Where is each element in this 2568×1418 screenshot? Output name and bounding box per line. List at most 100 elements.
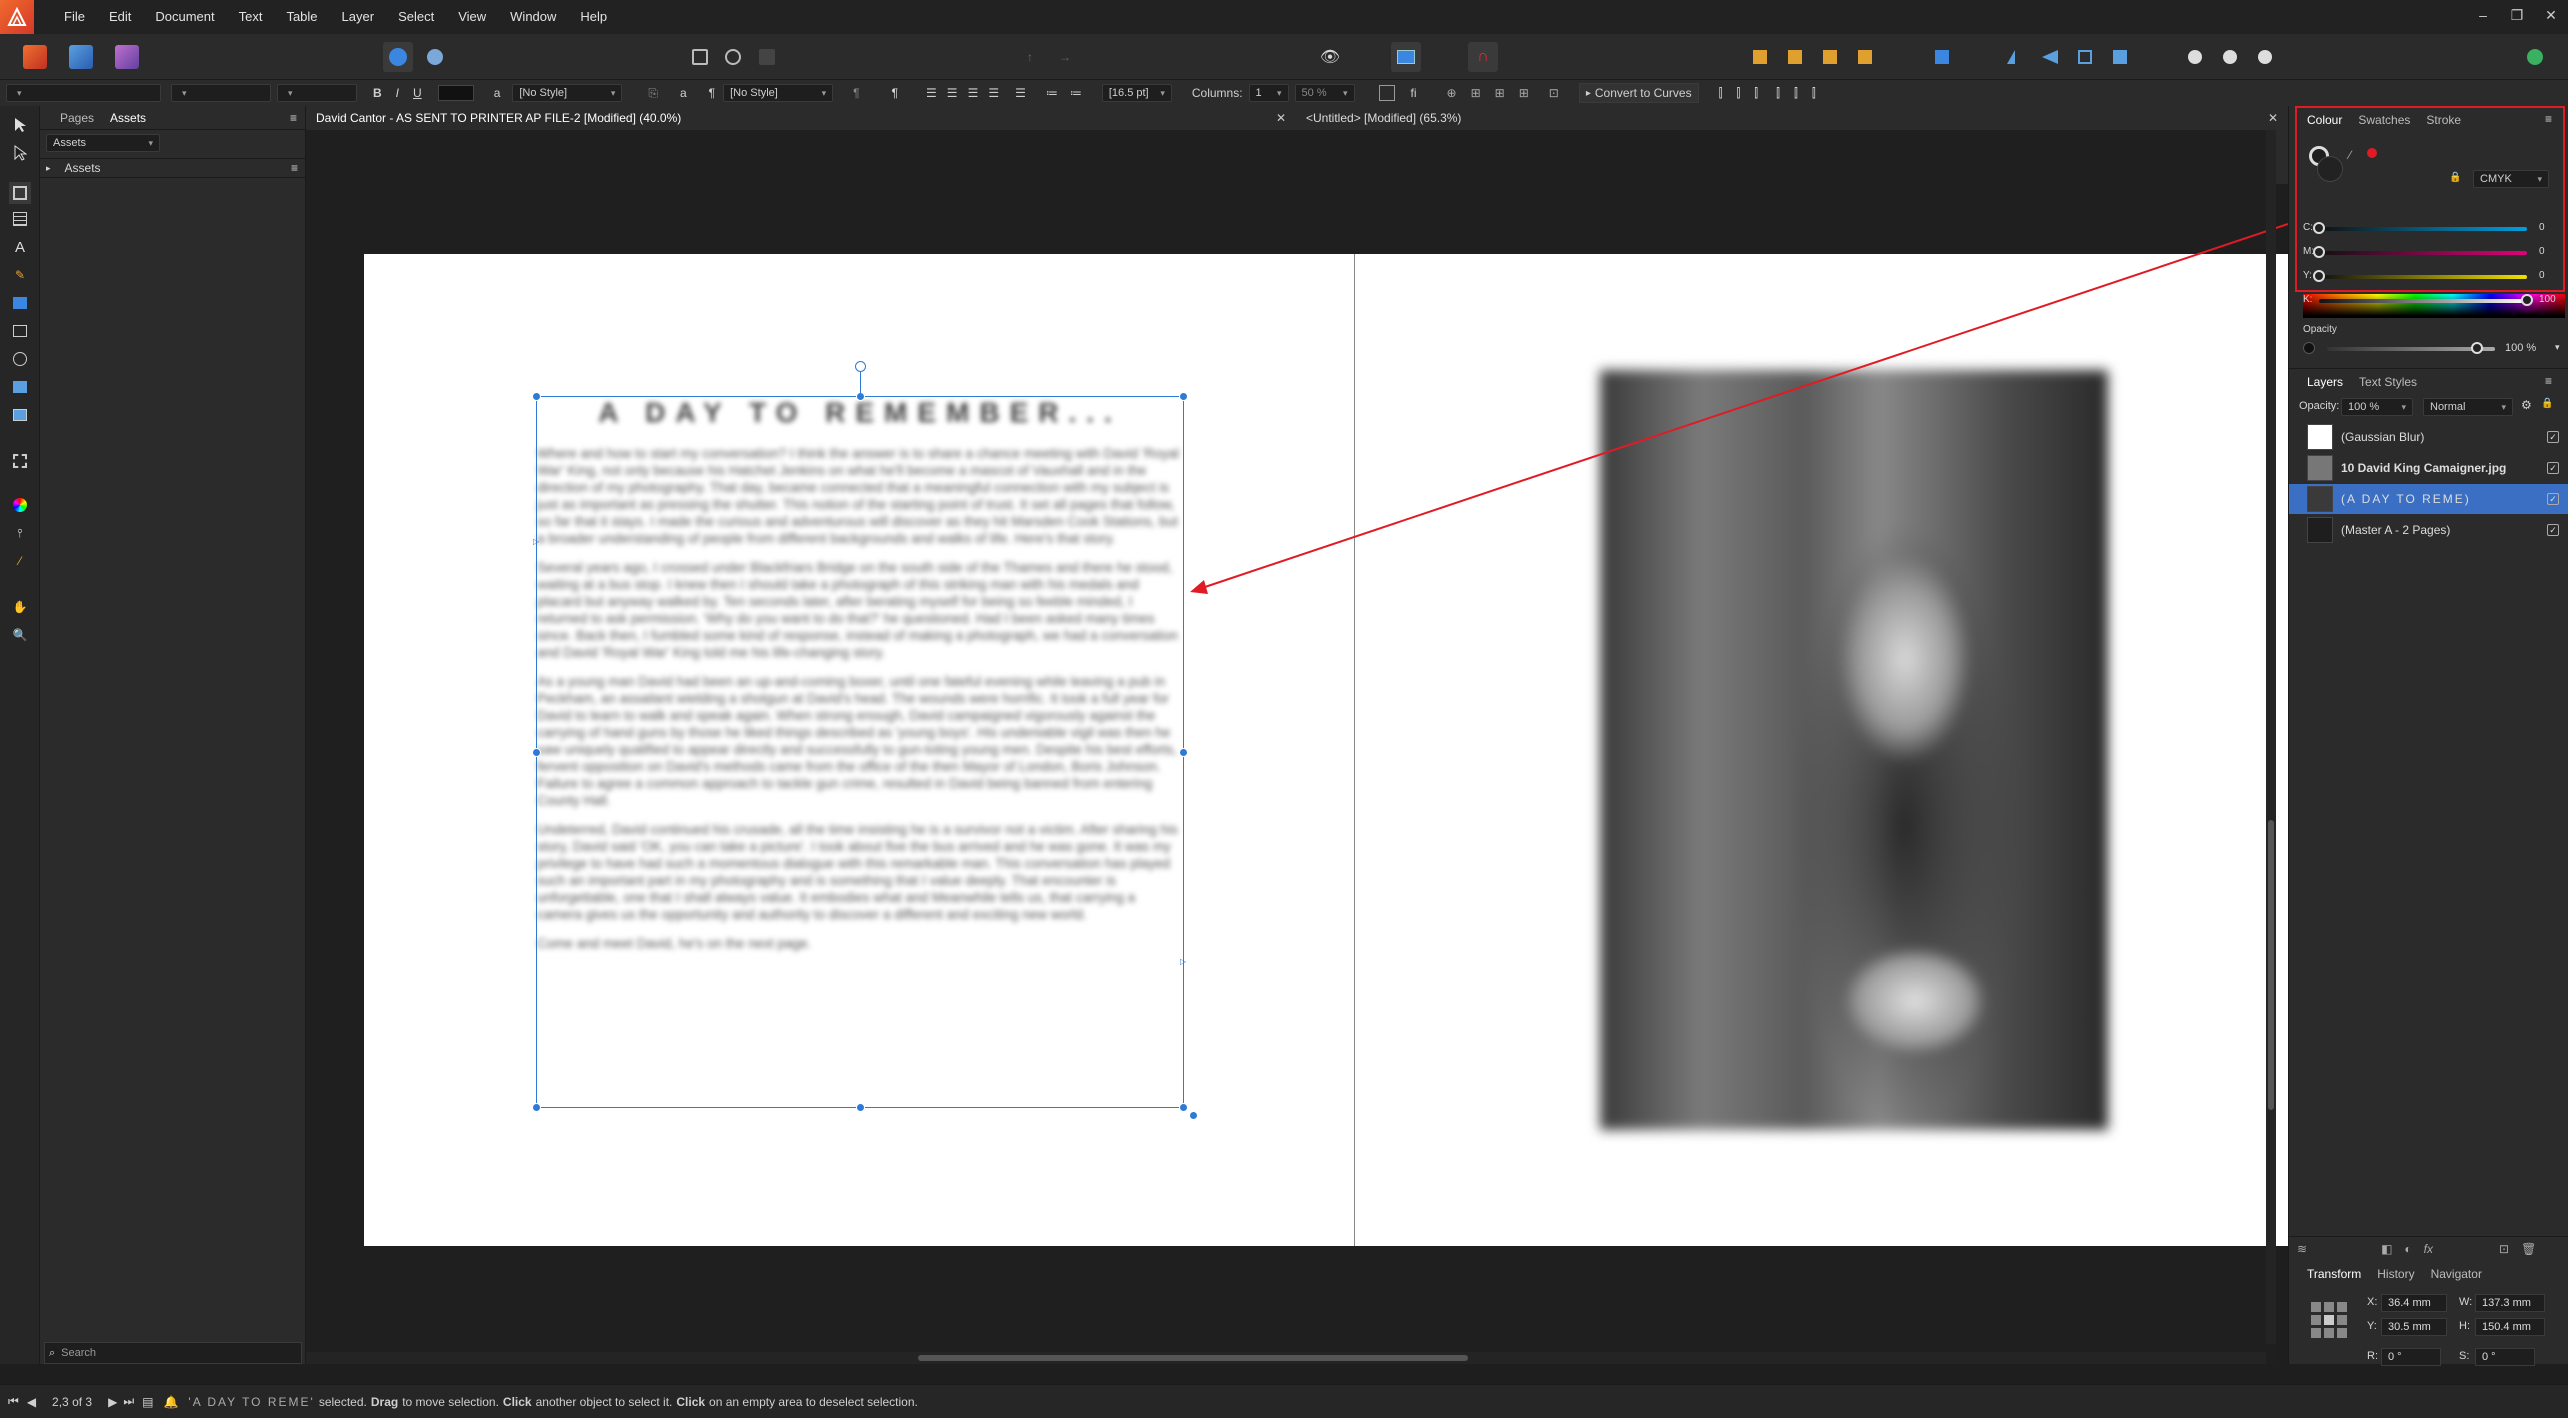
arrange-forward-icon[interactable]	[1815, 42, 1845, 72]
layer-settings-gear-icon[interactable]: ⚙	[2521, 398, 2532, 412]
fill-color-well[interactable]	[2317, 156, 2343, 182]
bullets-icon[interactable]: ≔	[1046, 86, 1058, 100]
artboard-tool-icon[interactable]	[9, 450, 31, 472]
rotate-left-icon[interactable]	[2070, 42, 2100, 72]
font-style-dropdown[interactable]	[171, 84, 271, 102]
cmyk-slider[interactable]	[2319, 275, 2527, 279]
tab-assets[interactable]: Assets	[102, 111, 154, 125]
view-mode-icon[interactable]: 👁	[1315, 42, 1345, 72]
rectangle-tool-icon[interactable]	[9, 292, 31, 314]
designer-persona-icon[interactable]	[112, 42, 142, 72]
picture-frame-tool-icon[interactable]	[9, 320, 31, 342]
boolean-subtract-icon[interactable]	[2215, 42, 2245, 72]
frame-options-icon[interactable]	[1378, 85, 1395, 101]
assets-search-input[interactable]: ⌕ Search	[44, 1342, 302, 1364]
lock-icon[interactable]: 🔒	[2449, 172, 2461, 183]
menu-window[interactable]: Window	[498, 0, 568, 34]
next-page-icon[interactable]: ▶	[108, 1395, 117, 1409]
none-color-icon[interactable]	[2367, 148, 2377, 158]
vertical-scroll-thumb[interactable]	[2268, 820, 2274, 1110]
flip-vertical-icon[interactable]	[2035, 42, 2065, 72]
align-objects-1-icon[interactable]: ⫿	[1719, 86, 1723, 101]
close-icon[interactable]: ✕	[2534, 0, 2568, 34]
move-tool-icon[interactable]	[9, 114, 31, 136]
node-tool-icon[interactable]	[9, 142, 31, 164]
y-field[interactable]: 30.5 mm	[2381, 1318, 2447, 1336]
w-field[interactable]: 137.3 mm	[2475, 1294, 2545, 1312]
restore-icon[interactable]: ❐	[2500, 0, 2534, 34]
boolean-intersect-icon[interactable]	[2250, 42, 2280, 72]
tab-history[interactable]: History	[2369, 1267, 2422, 1281]
italic-button[interactable]: I	[396, 86, 399, 100]
menu-file[interactable]: File	[52, 0, 97, 34]
move-down-icon[interactable]: →	[1050, 42, 1080, 72]
tab-stroke[interactable]: Stroke	[2418, 113, 2469, 127]
assets-section-header[interactable]: ▸ Assets ≡	[40, 158, 306, 178]
clear-para-style-icon[interactable]: ¶	[853, 86, 859, 100]
clear-char-style-icon[interactable]: ⎘	[648, 86, 658, 101]
font-family-dropdown[interactable]	[6, 84, 161, 102]
mode-normal-icon[interactable]	[685, 42, 715, 72]
horizontal-scrollbar[interactable]	[306, 1352, 2266, 1364]
justify-icon[interactable]: ☰	[988, 86, 999, 100]
rotation-field[interactable]: 0 °	[2381, 1348, 2441, 1366]
first-page-icon[interactable]: ⏮	[8, 1394, 19, 1409]
align-right-icon[interactable]: ☰	[968, 86, 979, 100]
menu-view[interactable]: View	[446, 0, 498, 34]
menu-document[interactable]: Document	[143, 0, 226, 34]
tab-layers[interactable]: Layers	[2299, 375, 2351, 389]
account-icon[interactable]	[2520, 42, 2550, 72]
layer-visibility-checkbox[interactable]: ✓	[2547, 493, 2559, 505]
vertical-align-icon[interactable]: ☰	[1015, 86, 1026, 100]
transparency-tool-icon[interactable]: ⫯	[9, 522, 31, 544]
align-objects-4-icon[interactable]: ⫿	[1776, 86, 1780, 101]
cmyk-value[interactable]: 0	[2539, 246, 2545, 257]
wrap-icon-1[interactable]: ⊕	[1447, 86, 1457, 100]
align-objects-5-icon[interactable]: ⫿	[1794, 86, 1798, 101]
collapse-arrow-icon[interactable]: ▸	[46, 163, 51, 174]
layer-visibility-checkbox[interactable]: ✓	[2547, 524, 2559, 536]
move-up-icon[interactable]: ↑	[1015, 42, 1045, 72]
arrange-backward-icon[interactable]	[1780, 42, 1810, 72]
character-style-dropdown[interactable]: [No Style]	[512, 84, 623, 102]
affinity-publisher-logo-icon[interactable]	[0, 0, 34, 34]
layer-opacity-dropdown[interactable]: 100 %	[2341, 398, 2413, 416]
anchor-point-grid[interactable]	[2311, 1302, 2347, 1338]
place-image-tool-icon[interactable]	[9, 376, 31, 398]
cmyk-slider-knob[interactable]	[2313, 222, 2325, 234]
leading-dropdown[interactable]: [16.5 pt]	[1101, 84, 1172, 102]
fi-ligature-icon[interactable]: fi	[1411, 86, 1417, 100]
menu-table[interactable]: Table	[274, 0, 329, 34]
h-field[interactable]: 150.4 mm	[2475, 1318, 2545, 1336]
fill-tool-icon[interactable]	[9, 494, 31, 516]
layers-panel-menu-icon[interactable]: ≡	[2545, 374, 2552, 388]
gutter-input[interactable]: 50 %	[1294, 84, 1355, 102]
tab-transform[interactable]: Transform	[2299, 1267, 2369, 1281]
last-page-icon[interactable]: ⏭	[123, 1394, 134, 1409]
add-layer-icon[interactable]: ⊡	[2499, 1242, 2509, 1256]
opacity-value[interactable]: 100 %	[2505, 342, 2536, 354]
preflight-icon[interactable]	[420, 42, 450, 72]
hand-tool-icon[interactable]: ✋	[9, 596, 31, 618]
section-menu-icon[interactable]: ≡	[291, 161, 298, 175]
underline-button[interactable]: U	[413, 86, 422, 100]
page-indicator[interactable]: 2,3 of 3	[52, 1395, 92, 1409]
text-color-swatch[interactable]	[437, 85, 474, 101]
table-tool-icon[interactable]	[9, 208, 31, 230]
align-icon[interactable]	[1927, 42, 1957, 72]
minimize-icon[interactable]: –	[2466, 0, 2500, 34]
flip-horizontal-icon[interactable]	[2000, 42, 2030, 72]
align-center-icon[interactable]: ☰	[947, 86, 958, 100]
char-style-a-icon[interactable]: a	[494, 86, 501, 100]
prev-page-icon[interactable]: ◀	[27, 1395, 36, 1409]
frame-icon[interactable]	[1391, 42, 1421, 72]
opacity-dropdown-icon[interactable]: ▾	[2555, 342, 2560, 353]
layer-visibility-checkbox[interactable]: ✓	[2547, 431, 2559, 443]
align-objects-6-icon[interactable]: ⫿	[1812, 86, 1816, 101]
photo-persona-icon[interactable]	[66, 42, 96, 72]
adjustment-icon[interactable]: ◐	[2404, 1242, 2411, 1256]
paragraph-style-dropdown[interactable]: [No Style]	[723, 84, 834, 102]
cmyk-slider[interactable]	[2319, 299, 2527, 303]
mode-bleed-icon[interactable]	[718, 42, 748, 72]
layer-stack-icon[interactable]: ≋	[2297, 1242, 2307, 1256]
